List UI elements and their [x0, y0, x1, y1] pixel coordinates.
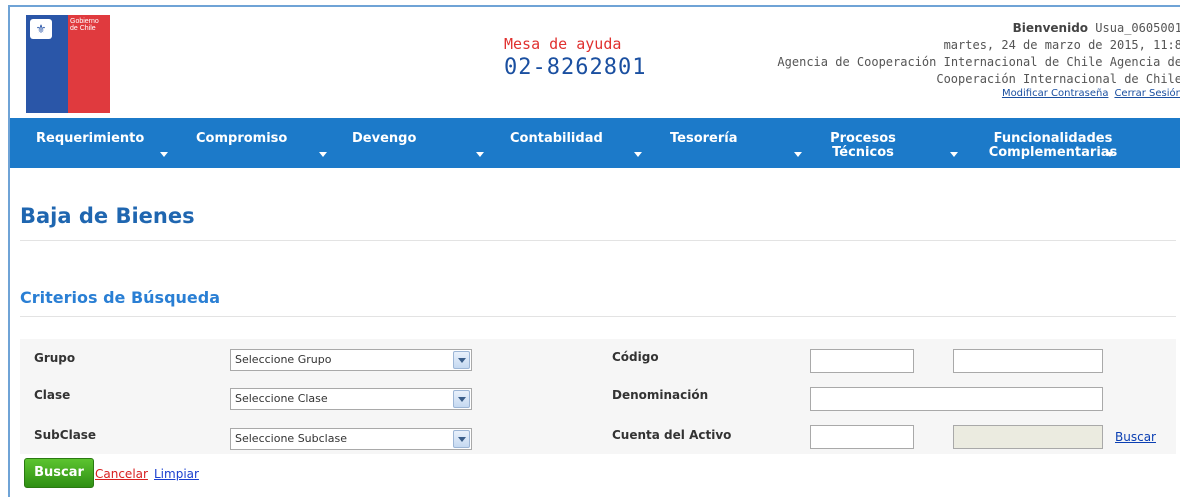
clase-select-value: Seleccione Clase — [235, 392, 328, 405]
chevron-down-icon[interactable] — [453, 351, 470, 369]
subclase-select-value: Seleccione Subclase — [235, 432, 347, 445]
app-frame: ⚜ Gobierno de Chile Mesa de ayuda 02-826… — [8, 5, 1180, 497]
welcome-label: Bienvenido — [1012, 21, 1089, 35]
chevron-down-icon[interactable] — [453, 430, 470, 448]
chevron-down-icon — [319, 152, 327, 157]
denominacion-label: Denominación — [612, 388, 709, 402]
chevron-down-icon — [1106, 152, 1114, 157]
chevron-down-icon — [950, 152, 958, 157]
subclase-label: SubClase — [34, 428, 97, 442]
section-title: Criterios de Búsqueda — [20, 288, 221, 307]
nav-item-requerimiento[interactable]: Requerimiento — [36, 118, 176, 168]
nav-item-label: Compromiso — [196, 131, 288, 146]
help-phone: 02-8262801 — [504, 55, 647, 80]
chevron-down-icon — [634, 152, 642, 157]
cuenta-activo-label: Cuenta del Activo — [612, 428, 732, 442]
logout-link[interactable]: Cerrar Sesión — [1114, 88, 1180, 99]
grupo-label: Grupo — [34, 351, 76, 365]
chevron-down-icon[interactable] — [453, 390, 470, 408]
gobierno-logo[interactable]: ⚜ Gobierno de Chile — [26, 15, 110, 113]
clase-label: Clase — [34, 388, 71, 402]
nav-item-devengo[interactable]: Devengo — [352, 118, 492, 168]
change-password-link[interactable]: Modificar Contraseña — [1002, 88, 1109, 99]
chevron-down-icon — [160, 152, 168, 157]
agency-line-1: Agencia de Cooperación Internacional de … — [777, 55, 1180, 69]
cancel-link[interactable]: Cancelar — [95, 467, 148, 481]
nav-item-label: Tesorería — [670, 131, 738, 146]
clear-link[interactable]: Limpiar — [154, 467, 199, 481]
nav-item-procesos-tecnicos[interactable]: Procesos Técnicos — [810, 118, 958, 168]
cuenta-activo-input[interactable] — [810, 425, 914, 449]
cuenta-activo-description — [953, 425, 1103, 449]
main-nav: Requerimiento Compromiso Devengo Contabi… — [10, 118, 1180, 168]
divider — [20, 240, 1176, 241]
chevron-down-icon — [476, 152, 484, 157]
search-criteria-form: Grupo Seleccione Grupo Clase Seleccione … — [20, 339, 1176, 454]
header: ⚜ Gobierno de Chile Mesa de ayuda 02-826… — [10, 7, 1180, 117]
page-title: Baja de Bienes — [20, 204, 195, 228]
divider — [20, 316, 1176, 317]
logo-text: Gobierno de Chile — [70, 18, 99, 32]
chevron-down-icon — [794, 152, 802, 157]
nav-item-funcionalidades[interactable]: Funcionalidades Complementarias — [970, 118, 1130, 168]
nav-item-compromiso[interactable]: Compromiso — [196, 118, 336, 168]
codigo-input-1[interactable] — [810, 349, 914, 373]
current-date: martes, 24 de marzo de 2015, 11:8 — [943, 38, 1180, 52]
nav-item-tesoreria[interactable]: Tesorería — [670, 118, 810, 168]
nav-item-label: Funcionalidades Complementarias — [988, 131, 1118, 160]
username: Usua_0605001 — [1095, 21, 1180, 35]
nav-item-label: Contabilidad — [510, 131, 603, 146]
nav-item-label: Devengo — [352, 131, 417, 146]
user-info: Bienvenido Usua_0605001 martes, 24 de ma… — [762, 20, 1180, 100]
grupo-select[interactable]: Seleccione Grupo — [230, 349, 472, 371]
grupo-select-value: Seleccione Grupo — [235, 353, 332, 366]
denominacion-input[interactable] — [810, 387, 1103, 411]
codigo-input-2[interactable] — [953, 349, 1103, 373]
buscar-cuenta-link[interactable]: Buscar — [1115, 430, 1156, 444]
nav-item-contabilidad[interactable]: Contabilidad — [510, 118, 650, 168]
codigo-label: Código — [612, 350, 659, 364]
coat-of-arms-icon: ⚜ — [30, 19, 52, 39]
clase-select[interactable]: Seleccione Clase — [230, 388, 472, 410]
subclase-select[interactable]: Seleccione Subclase — [230, 428, 472, 450]
nav-item-label: Procesos Técnicos — [830, 131, 896, 160]
help-title: Mesa de ayuda — [504, 35, 622, 53]
nav-item-label: Requerimiento — [36, 131, 145, 146]
agency-line-2: Cooperación Internacional de Chile — [936, 72, 1180, 86]
help-desk: Mesa de ayuda 02-8262801 — [504, 35, 646, 80]
search-button[interactable]: Buscar — [24, 458, 94, 488]
